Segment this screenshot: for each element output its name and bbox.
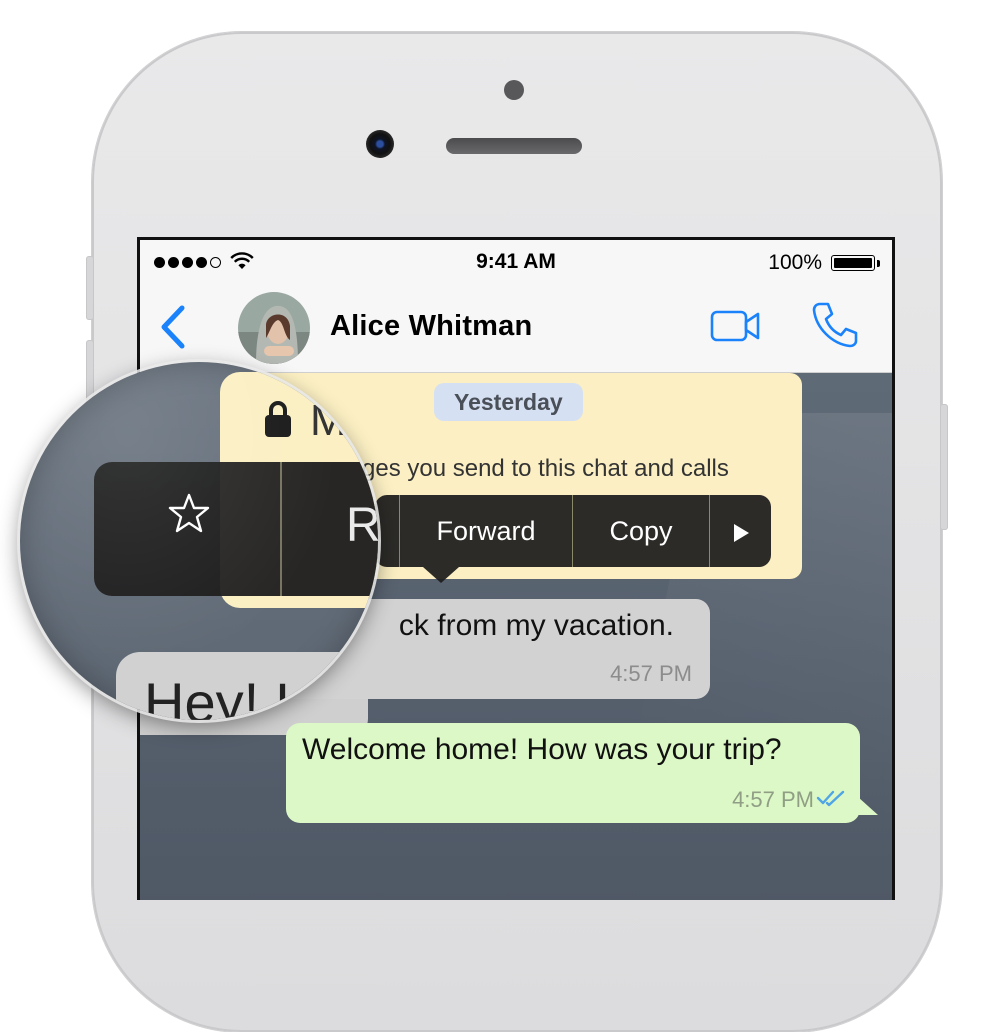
lock-icon (265, 401, 291, 437)
message-context-menu: Forward Copy (375, 495, 771, 567)
menu-more-button[interactable] (710, 495, 771, 567)
battery-percent: 100% (768, 251, 822, 274)
battery-icon (831, 255, 875, 271)
mute-switch (86, 256, 94, 320)
menu-divider (280, 462, 282, 596)
outgoing-message-bubble[interactable]: Welcome home! How was your trip? 4:57 PM (286, 723, 860, 823)
magnified-menu-item-reply[interactable]: R (346, 498, 378, 553)
chevron-left-icon[interactable] (154, 304, 194, 350)
incoming-message-time: 4:57 PM (610, 661, 692, 686)
incoming-message-text: ck from my vacation. (398, 609, 674, 642)
earpiece-speaker (446, 138, 582, 154)
avatar[interactable] (238, 292, 310, 364)
date-separator: Yesterday (434, 383, 583, 421)
status-bar: 9:41 AM 100% (140, 240, 892, 284)
outgoing-message-time: 4:57 PM (732, 787, 814, 812)
front-camera (366, 130, 394, 158)
power-button (940, 404, 948, 530)
magnified-context-menu: R (94, 462, 378, 596)
contact-name[interactable]: Alice Whitman (330, 310, 532, 343)
menu-item-copy[interactable]: Copy (573, 495, 709, 567)
video-camera-icon[interactable] (710, 306, 762, 346)
outgoing-message-text: Welcome home! How was your trip? (302, 733, 782, 766)
menu-pointer (423, 567, 459, 583)
chat-header: Alice Whitman (140, 284, 892, 373)
phone-icon[interactable] (812, 300, 858, 348)
proximity-sensor (504, 80, 524, 100)
outgoing-bubble-tail (858, 797, 878, 815)
magnifier-callout: M R Hey! I (20, 362, 378, 720)
star-icon[interactable] (168, 492, 210, 534)
magnified-notice-text: M (310, 396, 347, 445)
play-arrow-icon (733, 523, 749, 542)
encryption-notice-text: ges you send to this chat and calls (362, 455, 729, 482)
battery-tip (877, 260, 880, 267)
menu-item-forward[interactable]: Forward (400, 495, 572, 567)
double-check-icon (816, 790, 845, 807)
magnified-incoming-text: Hey! I (144, 671, 291, 720)
